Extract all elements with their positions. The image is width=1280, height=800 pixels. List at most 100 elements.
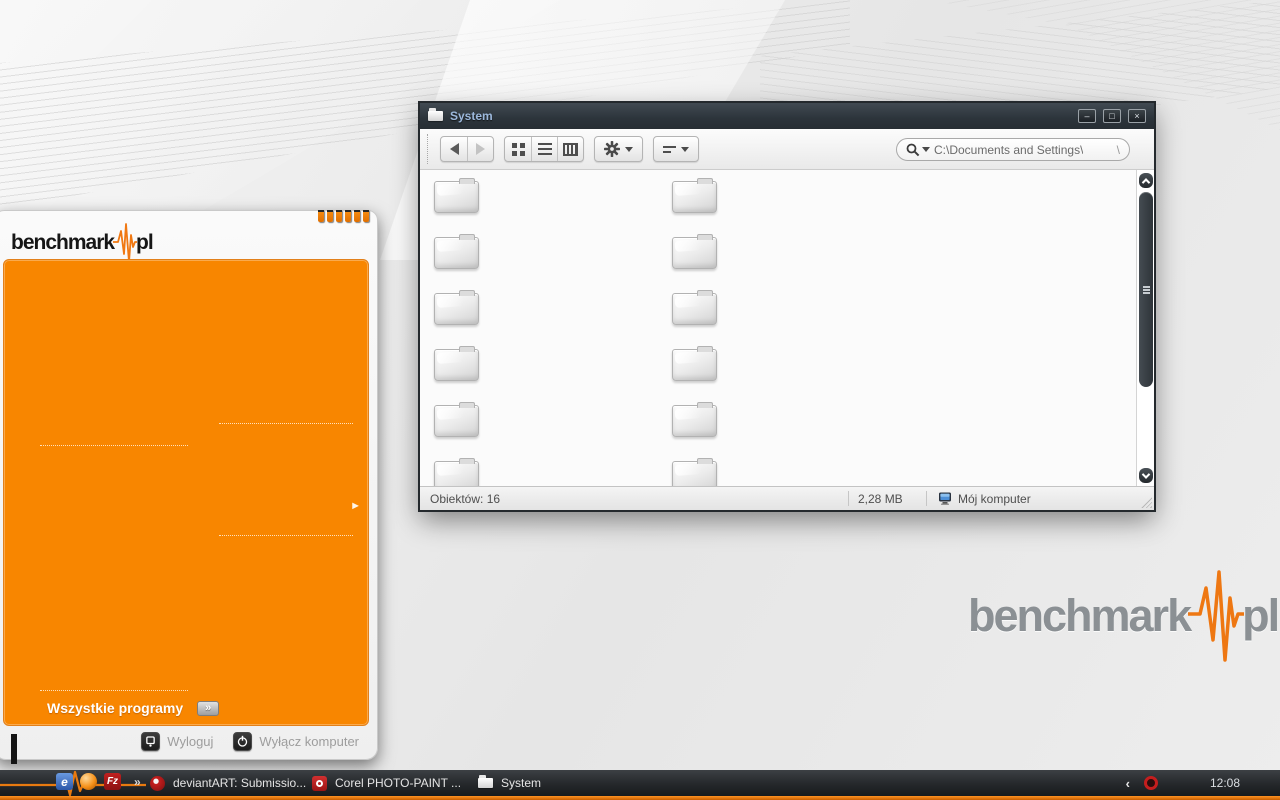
all-programs-button[interactable]: Wszystkie programy » <box>47 700 220 716</box>
folder-item[interactable] <box>434 346 479 381</box>
desktop-watermark-logo: benchmark pl <box>968 568 1280 664</box>
menu-separator <box>219 423 353 424</box>
taskbar-item-system[interactable]: System <box>478 770 541 796</box>
power-icon <box>238 735 248 747</box>
taskbar: e Fz » deviantART: Submissio... Corel PH… <box>0 770 1280 800</box>
folder-item[interactable] <box>672 346 717 381</box>
start-menu-logo: benchmark pl <box>11 222 154 264</box>
watermark-text-right: pl <box>1242 590 1280 641</box>
folder-item[interactable] <box>672 290 717 325</box>
close-button[interactable]: × <box>1128 109 1146 123</box>
scroll-up-button[interactable] <box>1139 173 1153 188</box>
folder-item[interactable] <box>672 234 717 269</box>
menu-separator <box>40 445 188 446</box>
dropdown-caret-icon <box>625 146 633 156</box>
dropdown-caret-icon <box>681 146 689 156</box>
start-menu-footer: Wyloguj Wyłącz komputer <box>0 724 377 759</box>
pulse-icon <box>1188 570 1245 662</box>
minimize-button[interactable]: – <box>1078 109 1096 123</box>
folder-item[interactable] <box>434 402 479 437</box>
address-caret: \ <box>1116 142 1120 157</box>
taskbar-clock: 12:08 <box>1209 776 1240 790</box>
folder-grid <box>434 178 910 486</box>
status-divider <box>848 491 849 506</box>
task-label: Corel PHOTO-PAINT ... <box>335 776 462 790</box>
status-bar: Obiektów: 16 2,28 MB Mój komputer <box>420 486 1154 510</box>
folder-item[interactable] <box>434 458 479 486</box>
taskbar-item-corel[interactable]: Corel PHOTO-PAINT ... <box>312 770 461 796</box>
status-object-count: Obiektów: 16 <box>430 491 501 506</box>
status-size: 2,28 MB <box>858 491 903 506</box>
opera-tray-icon[interactable] <box>1143 776 1158 790</box>
forward-button[interactable] <box>467 137 493 161</box>
shut-down-button[interactable]: Wyłącz komputer <box>233 732 359 751</box>
vertical-scrollbar[interactable] <box>1136 170 1154 486</box>
explorer-window: System – □ × C:\Documents and Settings\ … <box>420 103 1154 510</box>
system-tray: ‹ 12:08 <box>1126 770 1280 796</box>
all-programs-label: Wszystkie programy <box>47 700 184 716</box>
search-icon <box>906 143 920 156</box>
computer-icon <box>939 492 951 505</box>
logo-text-right: pl <box>136 231 154 254</box>
menu-tail-decoration <box>11 734 17 764</box>
folder-item[interactable] <box>672 402 717 437</box>
gear-icon <box>604 141 620 157</box>
quick-launch-overflow-chevron[interactable]: » <box>134 775 141 789</box>
columns-view-button[interactable] <box>557 137 583 161</box>
chevron-down-icon <box>1141 469 1151 479</box>
address-path: C:\Documents and Settings\ <box>934 142 1084 157</box>
menu-comb-decoration <box>318 210 369 222</box>
menu-separator <box>40 690 188 691</box>
list-view-button[interactable] <box>531 137 557 161</box>
address-search-box[interactable]: C:\Documents and Settings\ \ <box>896 138 1130 161</box>
taskbar-accent-strip <box>0 796 1280 800</box>
status-location: Mój komputer <box>958 491 1031 506</box>
corel-photopaint-icon <box>312 775 327 791</box>
logo-text-left: benchmark <box>11 231 115 254</box>
submenu-arrow-icon[interactable]: ► <box>350 500 361 512</box>
window-folder-icon <box>428 108 443 121</box>
tray-collapse-chevron[interactable]: ‹ <box>1126 776 1130 791</box>
arrange-dropdown-button[interactable] <box>654 137 698 161</box>
log-off-label: Wyloguj <box>167 734 214 749</box>
folder-item[interactable] <box>672 458 717 486</box>
scroll-down-button[interactable] <box>1139 468 1153 483</box>
resize-grip[interactable] <box>1141 497 1152 508</box>
deviantart-icon <box>150 775 165 791</box>
back-icon <box>449 143 459 155</box>
pulse-icon <box>113 223 138 263</box>
task-label: System <box>501 776 542 790</box>
taskbar-item-deviantart[interactable]: deviantART: Submissio... <box>150 770 306 796</box>
media-player-icon[interactable] <box>80 773 97 790</box>
window-titlebar[interactable]: System – □ × <box>420 103 1154 129</box>
window-toolbar: C:\Documents and Settings\ \ <box>420 129 1154 170</box>
folder-icon <box>478 775 493 788</box>
all-programs-chevron-icon: » <box>197 700 220 716</box>
file-list-area <box>420 170 1154 486</box>
log-off-button[interactable]: Wyloguj <box>141 732 213 751</box>
folder-item[interactable] <box>434 234 479 269</box>
arrange-icon <box>663 145 676 153</box>
toolbar-separator <box>427 134 428 164</box>
watermark-text-left: benchmark <box>968 590 1192 641</box>
search-scope-caret-icon <box>922 147 930 156</box>
start-menu: benchmark pl ► Wszystkie programy » Wylo… <box>0 210 378 764</box>
icons-view-icon <box>511 142 517 148</box>
settings-dropdown-button[interactable] <box>595 137 642 161</box>
filezilla-icon[interactable]: Fz <box>104 773 121 790</box>
scrollbar-thumb[interactable] <box>1139 192 1153 387</box>
forward-icon <box>476 143 485 155</box>
folder-item[interactable] <box>672 178 717 213</box>
icons-view-button[interactable] <box>505 137 531 161</box>
columns-view-icon <box>563 142 578 156</box>
chevron-up-icon <box>1141 177 1151 187</box>
status-divider <box>926 491 927 506</box>
thumb-grip-icon <box>1142 288 1150 291</box>
internet-explorer-icon[interactable]: e <box>56 773 73 790</box>
back-button[interactable] <box>441 137 467 161</box>
folder-item[interactable] <box>434 178 479 213</box>
list-view-icon <box>537 143 552 145</box>
maximize-button[interactable]: □ <box>1103 109 1121 123</box>
folder-item[interactable] <box>434 290 479 325</box>
shut-down-label: Wyłącz komputer <box>259 734 359 749</box>
